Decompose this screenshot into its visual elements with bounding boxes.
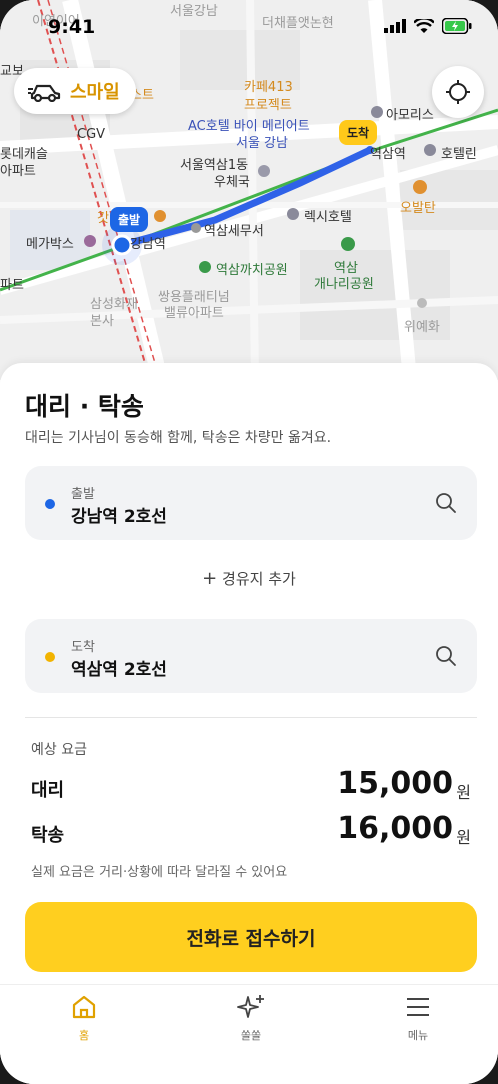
map-label: 메가박스 <box>26 237 74 252</box>
map-label: 서울 강남 <box>236 136 288 151</box>
phone-screen: 이연이어 서울강남 더채플앳논현 교보 CGV 롯데캐슬 아파트 카페413 프… <box>0 0 498 1084</box>
destination-field[interactable]: 도착 역삼역 2호선 <box>25 619 477 693</box>
origin-label: 출발 <box>71 487 95 502</box>
car-icon <box>28 84 61 102</box>
map-label: 호텔린 <box>441 147 477 162</box>
signal-icon <box>384 19 406 33</box>
map-label: 위예화 <box>404 320 440 335</box>
menu-icon <box>407 998 429 1016</box>
brand-name: 스마일 <box>70 82 120 103</box>
map-label: 파트 <box>0 278 24 293</box>
crosshair-icon <box>446 80 470 104</box>
destination-value: 역삼역 2호선 <box>71 660 167 680</box>
booking-sheet: 대리 · 탁송 대리는 기사님이 동승해 함께, 탁송은 차량만 옮겨요. 출발… <box>0 363 498 1084</box>
fare-note: 실제 요금은 거리·상황에 따라 달라질 수 있어요 <box>31 865 288 880</box>
map-label: 역삼역 <box>370 147 406 162</box>
sparkle-icon <box>237 995 264 1018</box>
start-marker-badge[interactable]: 출발 <box>110 207 149 232</box>
fare-unit: 원 <box>456 828 471 847</box>
tab-home[interactable]: 홈 <box>39 993 129 1043</box>
origin-field[interactable]: 출발 강남역 2호선 <box>25 466 477 540</box>
map-label: 프로젝트 <box>244 98 292 113</box>
brand-pill[interactable]: 스마일 <box>14 68 136 114</box>
destination-label: 도착 <box>71 640 95 655</box>
fare-unit: 원 <box>456 783 471 802</box>
search-icon[interactable] <box>435 645 457 667</box>
tab-label: 쏠쏠 <box>240 1029 262 1042</box>
tab-label: 메뉴 <box>407 1029 429 1042</box>
search-icon[interactable] <box>435 492 457 514</box>
add-waypoint-label: 경유지 추가 <box>222 570 296 588</box>
fare-name: 대리 <box>31 780 65 801</box>
wifi-icon <box>414 18 434 33</box>
current-location-button[interactable] <box>432 66 484 118</box>
map-label: 아모리스 <box>386 108 434 123</box>
map-label: 개나리공원 <box>314 277 374 292</box>
map-label: 우체국 <box>214 175 250 190</box>
divider <box>25 717 477 718</box>
destination-dot <box>45 652 55 662</box>
tab-sparkle[interactable]: 쏠쏠 <box>206 993 296 1043</box>
fare-amount: 15,000 <box>337 766 453 801</box>
map-label: 갓 <box>97 211 109 226</box>
end-marker-badge[interactable]: 도착 <box>339 120 378 145</box>
fare-amount: 16,000 <box>337 811 453 846</box>
status-time: 9:41 <box>48 16 96 38</box>
fare-row-daeri: 대리 15,000 원 <box>31 766 471 806</box>
page-title: 대리 · 탁송 <box>25 392 144 421</box>
tab-label: 홈 <box>78 1029 90 1042</box>
map-label: CGV <box>77 127 106 142</box>
map-label: 아파트 <box>0 164 36 179</box>
battery-icon <box>442 18 472 34</box>
origin-value: 강남역 2호선 <box>71 507 167 527</box>
add-waypoint-button[interactable]: + 경유지 추가 <box>0 568 498 589</box>
call-to-book-button[interactable]: 전화로 접수하기 <box>25 902 477 972</box>
map-label: 역삼까치공원 <box>216 263 288 278</box>
origin-dot <box>45 499 55 509</box>
status-bar: 9:41 <box>0 0 498 46</box>
fare-label: 예상 요금 <box>31 742 87 758</box>
map-label: 카페413 <box>244 80 293 95</box>
map-label: 강남역 <box>130 237 166 252</box>
map-label: 렉시호텔 <box>304 210 352 225</box>
fare-name: 탁송 <box>31 825 65 846</box>
map-view[interactable]: 이연이어 서울강남 더채플앳논현 교보 CGV 롯데캐슬 아파트 카페413 프… <box>0 0 498 380</box>
page-subtitle: 대리는 기사님이 동승해 함께, 탁송은 차량만 옮겨요. <box>25 430 332 446</box>
plus-icon: + <box>202 568 218 589</box>
home-icon <box>72 995 96 1019</box>
fare-row-taksong: 탁송 16,000 원 <box>31 811 471 851</box>
bottom-tab-bar: 홈 쏠쏠 메뉴 <box>0 984 498 1084</box>
map-label: 본사 <box>90 314 114 329</box>
map-label: 오발탄 <box>400 201 436 216</box>
tab-menu[interactable]: 메뉴 <box>373 993 463 1043</box>
status-icons <box>384 18 472 34</box>
map-label: 밸류아파트 <box>164 306 224 321</box>
map-label: 역삼세무서 <box>204 224 264 239</box>
